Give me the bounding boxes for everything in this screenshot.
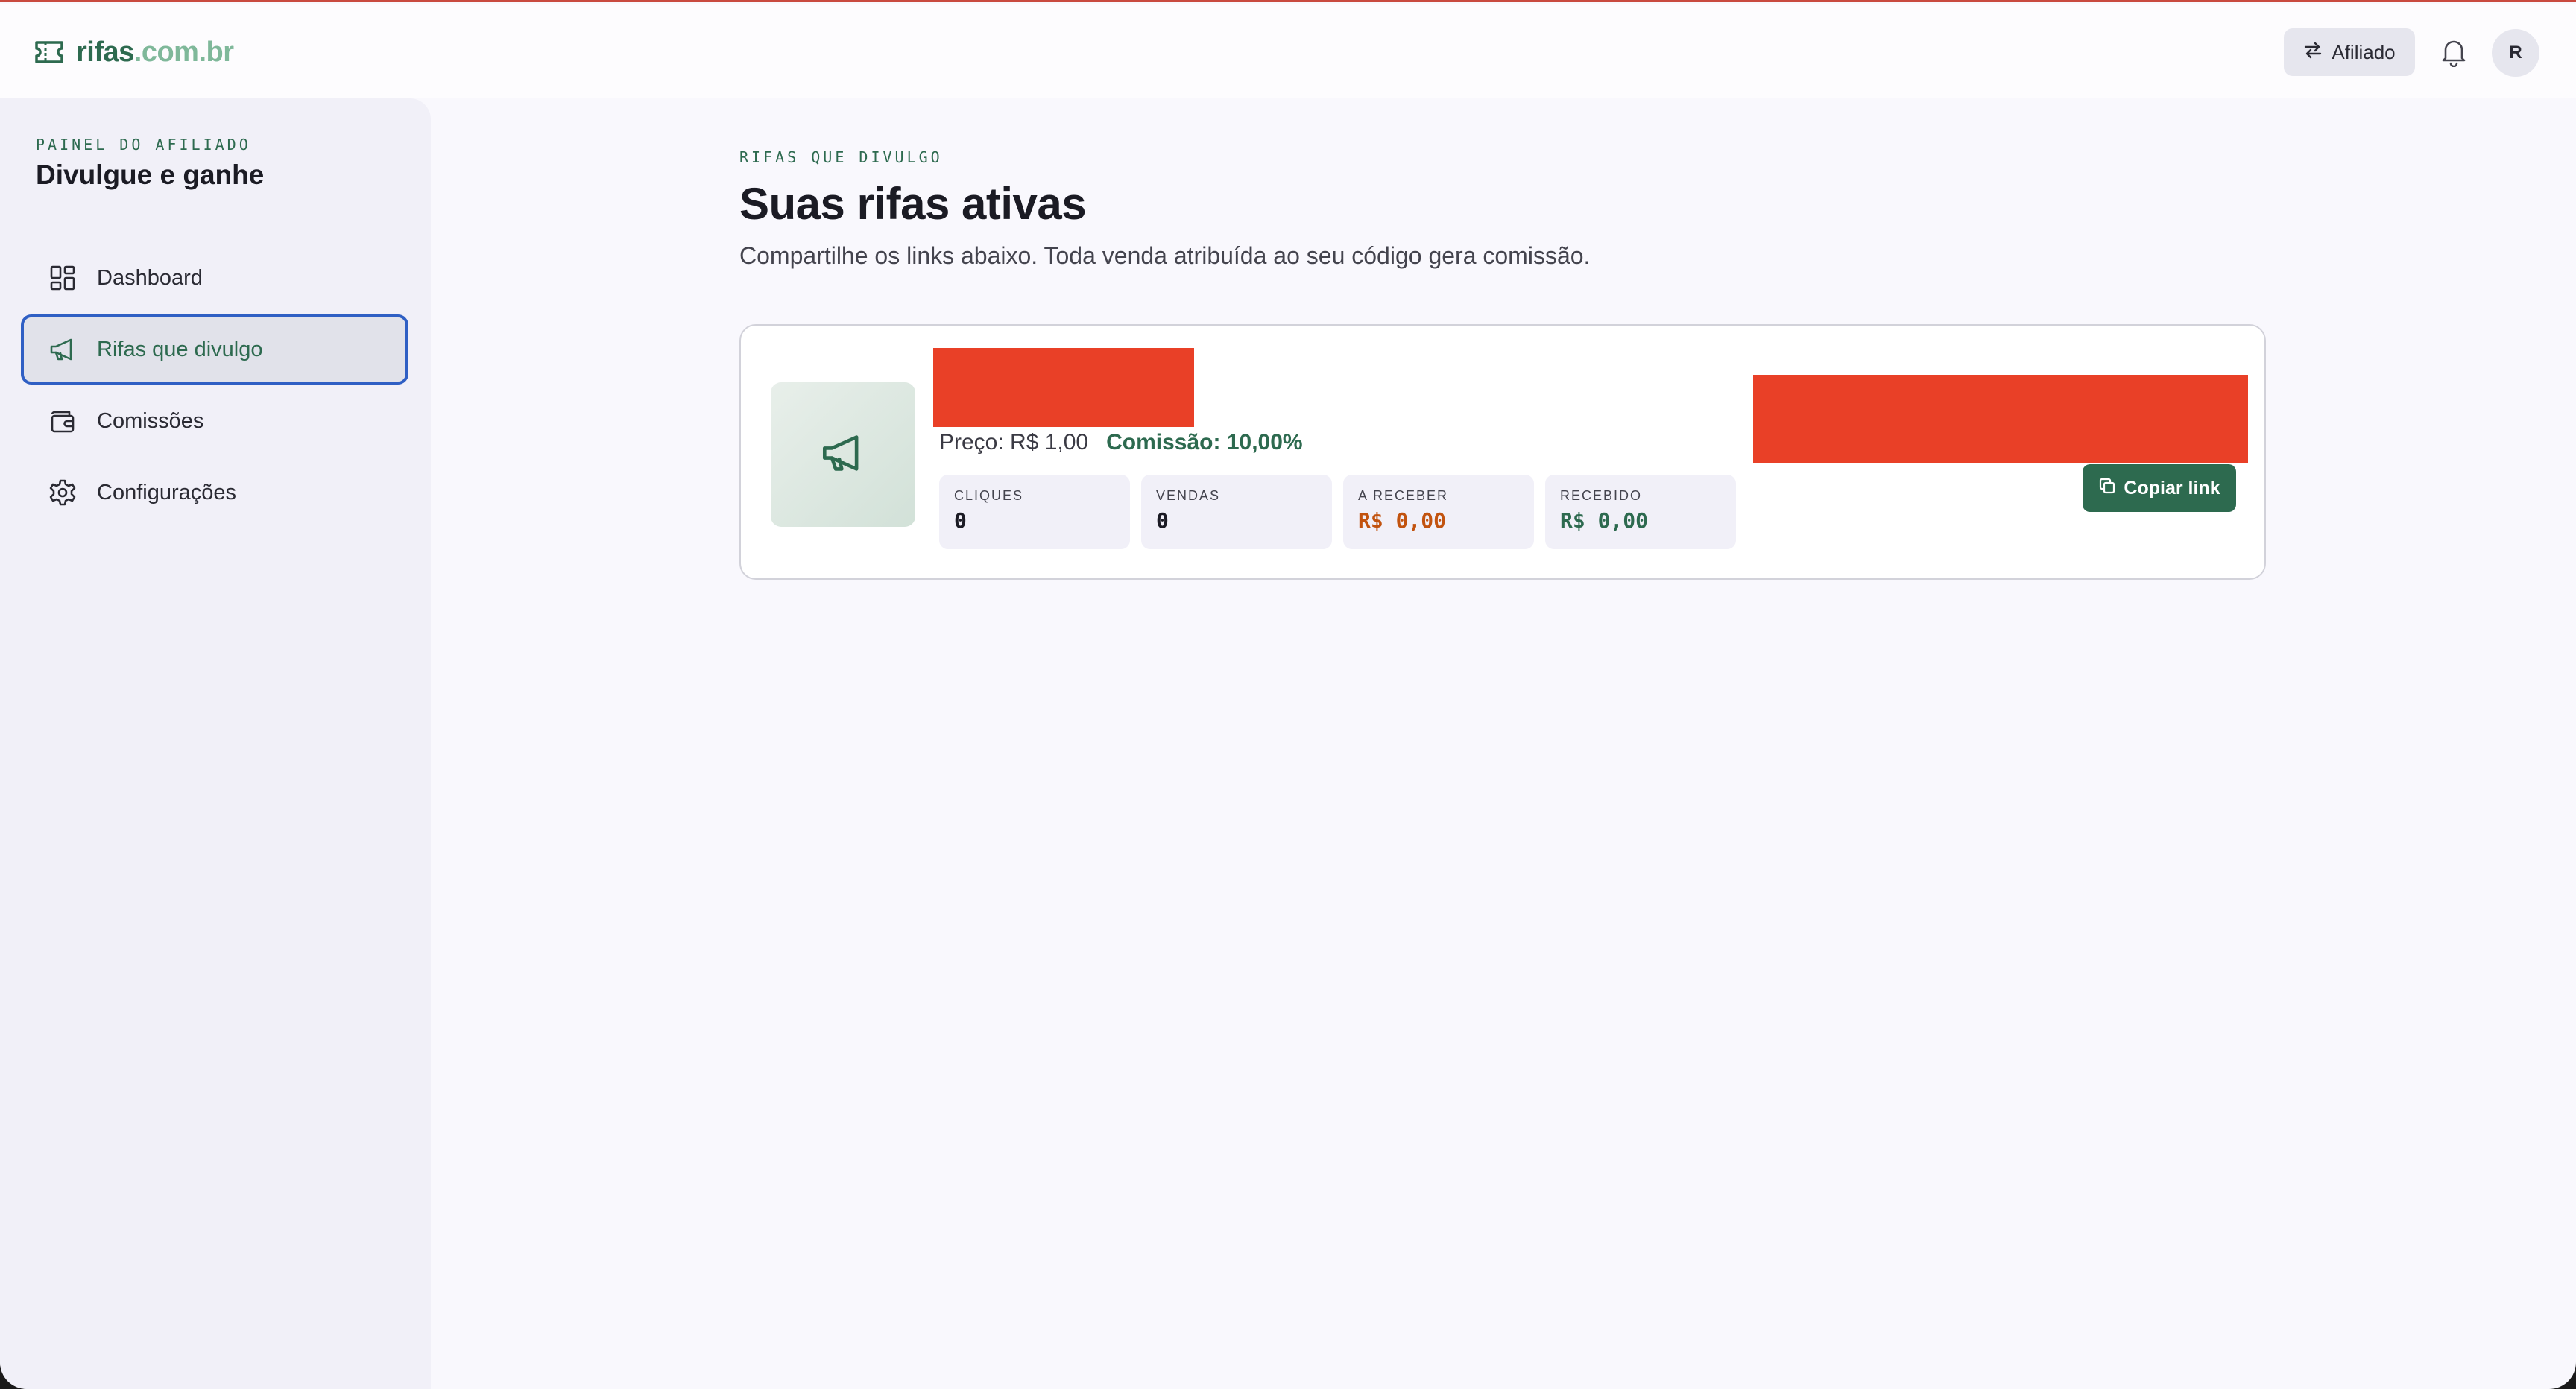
swap-arrows-icon [2303, 41, 2323, 64]
stat-label: VENDAS [1156, 488, 1221, 503]
sidebar-item-label: Comissões [97, 408, 204, 433]
stat-cliques: CLIQUES 0 [939, 475, 1130, 549]
stat-vendas: VENDAS 0 [1141, 475, 1332, 549]
copy-icon [2098, 477, 2116, 500]
copy-link-button[interactable]: Copiar link [2083, 464, 2236, 512]
brand-name: rifas [76, 36, 134, 68]
page-subtitle: Compartilhe os links abaixo. Toda venda … [739, 242, 1591, 269]
stat-recebido: RECEBIDO R$ 0,00 [1545, 475, 1736, 549]
app-window: rifas.com.br Afiliado R PAINEL DO AFILIA… [0, 0, 2576, 1389]
sidebar: PAINEL DO AFILIADO Divulgue e ganhe Dash… [0, 98, 431, 1389]
stat-value: R$ 0,00 [1358, 508, 1447, 533]
page-title: Suas rifas ativas [739, 179, 1087, 229]
sidebar-item-label: Dashboard [97, 265, 203, 290]
wallet-icon [48, 406, 78, 436]
page-eyebrow: RIFAS QUE DIVULGO [739, 148, 943, 166]
redacted-raffle-title [933, 348, 1194, 427]
sidebar-item-dashboard[interactable]: Dashboard [21, 243, 408, 313]
brand-logo[interactable]: rifas.com.br [34, 33, 234, 72]
sidebar-item-rifas-que-divulgo[interactable]: Rifas que divulgo [21, 314, 408, 385]
raffle-commission: Comissão: 10,00% [1106, 430, 1303, 455]
stat-label: A RECEBER [1358, 488, 1449, 503]
raffle-card: Preço: R$ 1,00 Comissão: 10,00% CLIQUES … [739, 324, 2266, 580]
copy-link-label: Copiar link [2124, 477, 2220, 499]
sidebar-title: Divulgue e ganhe [36, 159, 265, 190]
notifications-bell-icon[interactable] [2436, 34, 2472, 70]
brand-domain: .com.br [133, 36, 234, 68]
stat-a-receber: A RECEBER R$ 0,00 [1343, 475, 1534, 549]
price-row: Preço: R$ 1,00 Comissão: 10,00% [939, 430, 1303, 455]
stat-label: CLIQUES [954, 488, 1024, 503]
sidebar-item-label: Configurações [97, 480, 236, 504]
megaphone-icon [48, 335, 78, 364]
top-bar: rifas.com.br Afiliado R [0, 4, 2576, 98]
megaphone-icon [819, 432, 867, 478]
sidebar-item-configuracoes[interactable]: Configurações [21, 458, 408, 528]
avatar[interactable]: R [2492, 29, 2539, 77]
stat-label: RECEBIDO [1560, 488, 1643, 503]
stat-value: R$ 0,00 [1560, 508, 1649, 533]
dashboard-grid-icon [48, 263, 78, 293]
role-switch-label: Afiliado [2332, 40, 2396, 63]
sidebar-item-label: Rifas que divulgo [97, 337, 263, 361]
raffle-thumbnail [771, 382, 915, 527]
ticket-icon [34, 37, 64, 67]
sidebar-item-comissoes[interactable]: Comissões [21, 386, 408, 456]
redacted-affiliate-link [1753, 375, 2248, 463]
sidebar-eyebrow: PAINEL DO AFILIADO [36, 136, 251, 154]
stat-value: 0 [1156, 508, 1169, 533]
raffle-price: Preço: R$ 1,00 [939, 430, 1089, 455]
gear-icon [48, 478, 78, 507]
role-switch-button[interactable]: Afiliado [2284, 28, 2415, 76]
stat-value: 0 [954, 508, 967, 533]
